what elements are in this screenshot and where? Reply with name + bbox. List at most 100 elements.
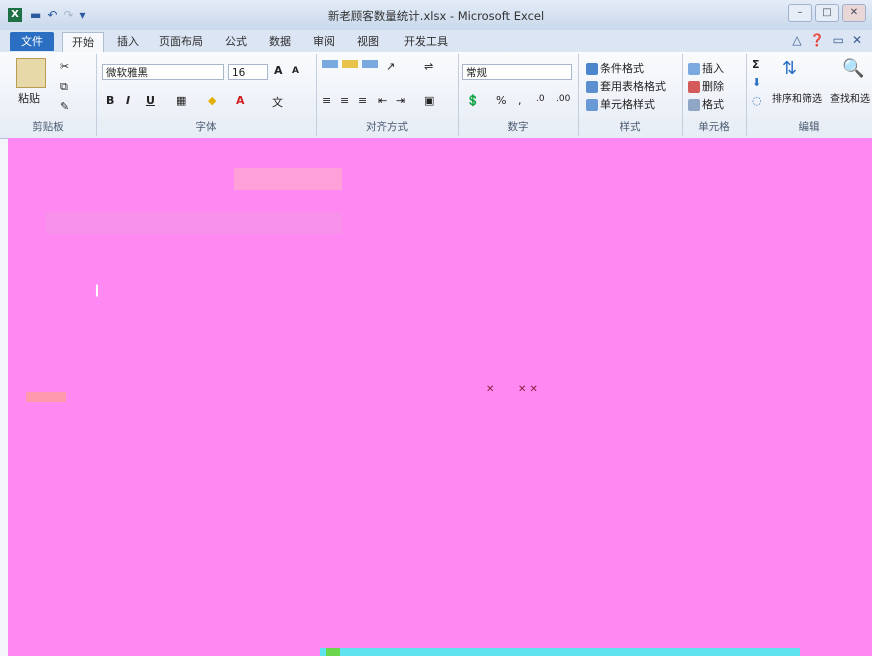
fill-icon[interactable]: ⬇ — [752, 76, 761, 89]
artifact-glyph-1: ✕ — [486, 384, 495, 395]
scroll-strip-marker — [326, 648, 340, 656]
conditional-format-label: 条件格式 — [600, 62, 644, 75]
format-table-icon — [586, 81, 598, 93]
number-format-select[interactable]: 常规 — [462, 64, 572, 80]
border-icon[interactable]: ▦ — [176, 94, 186, 107]
format-cells-button[interactable]: 格式 — [688, 96, 724, 112]
clipboard-label: 剪贴板 — [32, 121, 64, 133]
clear-icon[interactable]: ◌ — [752, 94, 762, 107]
align-bottom-icon[interactable] — [362, 60, 378, 68]
bold-button[interactable]: B — [106, 94, 114, 107]
sort-filter-icon[interactable]: ⇅ — [782, 58, 797, 79]
restore-icon[interactable]: ▭ — [833, 33, 844, 47]
group-font: 微软雅黑 16 A A B I U ▦ ◆ A 文 字体 — [96, 54, 317, 136]
artifact-glyph-2: ✕ ✕ — [518, 384, 538, 395]
insert-cells-icon — [688, 63, 700, 75]
find-select-button[interactable]: 查找和选 — [830, 90, 870, 105]
tab-developer[interactable]: 开发工具 — [396, 32, 456, 51]
tab-home[interactable]: 开始 — [62, 32, 104, 53]
paste-icon[interactable] — [16, 58, 46, 88]
tab-file[interactable]: 文件 — [10, 32, 54, 51]
window-title: 新老顾客数量统计.xlsx - Microsoft Excel — [327, 9, 545, 23]
grow-font-icon[interactable]: A — [274, 64, 283, 77]
autosum-icon[interactable]: Σ — [752, 58, 760, 71]
decrease-indent-icon[interactable]: ⇤ — [378, 94, 387, 107]
number-label: 数字 — [507, 121, 529, 133]
format-cells-label: 格式 — [702, 98, 724, 111]
cell-styles-label: 单元格样式 — [600, 98, 655, 111]
format-table-label: 套用表格格式 — [600, 80, 666, 93]
copy-icon[interactable]: ⧉ — [60, 80, 68, 94]
italic-button[interactable]: I — [126, 94, 130, 107]
cell-styles-icon — [586, 99, 598, 111]
paste-button[interactable]: 粘贴 — [18, 90, 40, 106]
insert-cells-button[interactable]: 插入 — [688, 60, 724, 76]
comma-icon[interactable]: , — [518, 94, 522, 107]
orientation-icon[interactable]: ↗ — [386, 60, 395, 73]
highlight-block — [234, 168, 342, 190]
wrap-text-icon[interactable]: ⇌ — [424, 60, 433, 73]
minimize-button[interactable]: – — [788, 4, 812, 22]
artifact-block — [26, 392, 66, 402]
cells-label: 单元格 — [698, 121, 730, 133]
delete-cells-label: 删除 — [702, 80, 724, 93]
scroll-strip[interactable] — [320, 648, 800, 656]
align-right-icon[interactable]: ≡ — [358, 94, 367, 107]
format-painter-icon[interactable]: ✎ — [60, 100, 69, 113]
tab-view[interactable]: 视图 — [350, 32, 386, 51]
currency-icon[interactable]: 💲 — [466, 94, 480, 107]
font-label: 字体 — [195, 121, 217, 133]
align-center-icon[interactable]: ≡ — [340, 94, 349, 107]
font-size-select[interactable]: 16 — [228, 64, 268, 80]
increase-decimal-icon[interactable]: .0 — [536, 94, 545, 104]
close-button[interactable]: ✕ — [842, 4, 866, 22]
minimize-ribbon-icon[interactable]: △ — [792, 33, 801, 47]
group-clipboard: 粘贴 ✂ ⧉ ✎ 剪贴板 — [0, 54, 97, 136]
delete-cells-button[interactable]: 删除 — [688, 78, 724, 94]
tab-insert[interactable]: 插入 — [110, 32, 146, 51]
group-editing: Σ ⬇ ◌ ⇅ 排序和筛选 🔍 查找和选 编辑 — [746, 54, 872, 136]
cell-styles-button[interactable]: 单元格样式 — [586, 96, 655, 112]
group-cells: 插入 删除 格式 单元格 — [682, 54, 747, 136]
tab-page-layout[interactable]: 页面布局 — [150, 32, 212, 51]
insert-cells-label: 插入 — [702, 62, 724, 75]
tab-formulas[interactable]: 公式 — [218, 32, 254, 51]
group-number: 常规 💲 % , .0 .00 数字 — [458, 54, 579, 136]
tab-data[interactable]: 数据 — [262, 32, 298, 51]
styles-label: 样式 — [619, 121, 641, 133]
font-color-icon[interactable]: A — [236, 94, 245, 107]
align-left-icon[interactable]: ≡ — [322, 94, 331, 107]
conditional-format-icon — [586, 63, 598, 75]
ribbon-tabs: 文件 开始 插入 页面布局 公式 数据 审阅 视图 开发工具 △ ❓ ▭ ✕ — [0, 30, 872, 53]
ribbon-home: 粘贴 ✂ ⧉ ✎ 剪贴板 微软雅黑 16 A A B I U ▦ ◆ A 文 字… — [0, 52, 872, 139]
find-select-icon[interactable]: 🔍 — [842, 58, 864, 79]
underline-button[interactable]: U — [146, 94, 155, 107]
cut-icon[interactable]: ✂ — [60, 60, 69, 73]
group-alignment: ↗ ⇌ ≡ ≡ ≡ ⇤ ⇥ ▣ 对齐方式 — [316, 54, 459, 136]
format-table-button[interactable]: 套用表格格式 — [586, 78, 666, 94]
conditional-format-button[interactable]: 条件格式 — [586, 60, 644, 76]
percent-button[interactable]: % — [496, 94, 506, 107]
tab-review[interactable]: 审阅 — [306, 32, 342, 51]
phonetic-icon[interactable]: 文 — [272, 94, 283, 110]
merge-icon[interactable]: ▣ — [424, 94, 434, 107]
shrink-font-icon[interactable]: A — [292, 66, 299, 76]
maximize-button[interactable]: □ — [815, 4, 839, 22]
font-name-select[interactable]: 微软雅黑 — [102, 64, 224, 80]
delete-cells-icon — [688, 81, 700, 93]
cursor-mark: ▎ — [96, 286, 104, 297]
align-middle-icon[interactable] — [342, 60, 358, 68]
fill-color-icon[interactable]: ◆ — [208, 94, 216, 107]
alignment-label: 对齐方式 — [366, 121, 408, 133]
increase-indent-icon[interactable]: ⇥ — [396, 94, 405, 107]
sort-filter-button[interactable]: 排序和筛选 — [772, 90, 822, 105]
group-styles: 条件格式 套用表格格式 单元格样式 样式 — [578, 54, 683, 136]
align-top-icon[interactable] — [322, 60, 338, 68]
format-cells-icon — [688, 99, 700, 111]
window-controls: – □ ✕ — [788, 4, 866, 22]
worksheet-canvas[interactable]: ✕ ✕ ✕ ▎ — [8, 138, 872, 656]
help-icon[interactable]: ❓ — [810, 33, 825, 47]
decrease-decimal-icon[interactable]: .00 — [556, 94, 570, 104]
close-doc-icon[interactable]: ✕ — [852, 33, 862, 47]
selection-block — [46, 212, 342, 234]
